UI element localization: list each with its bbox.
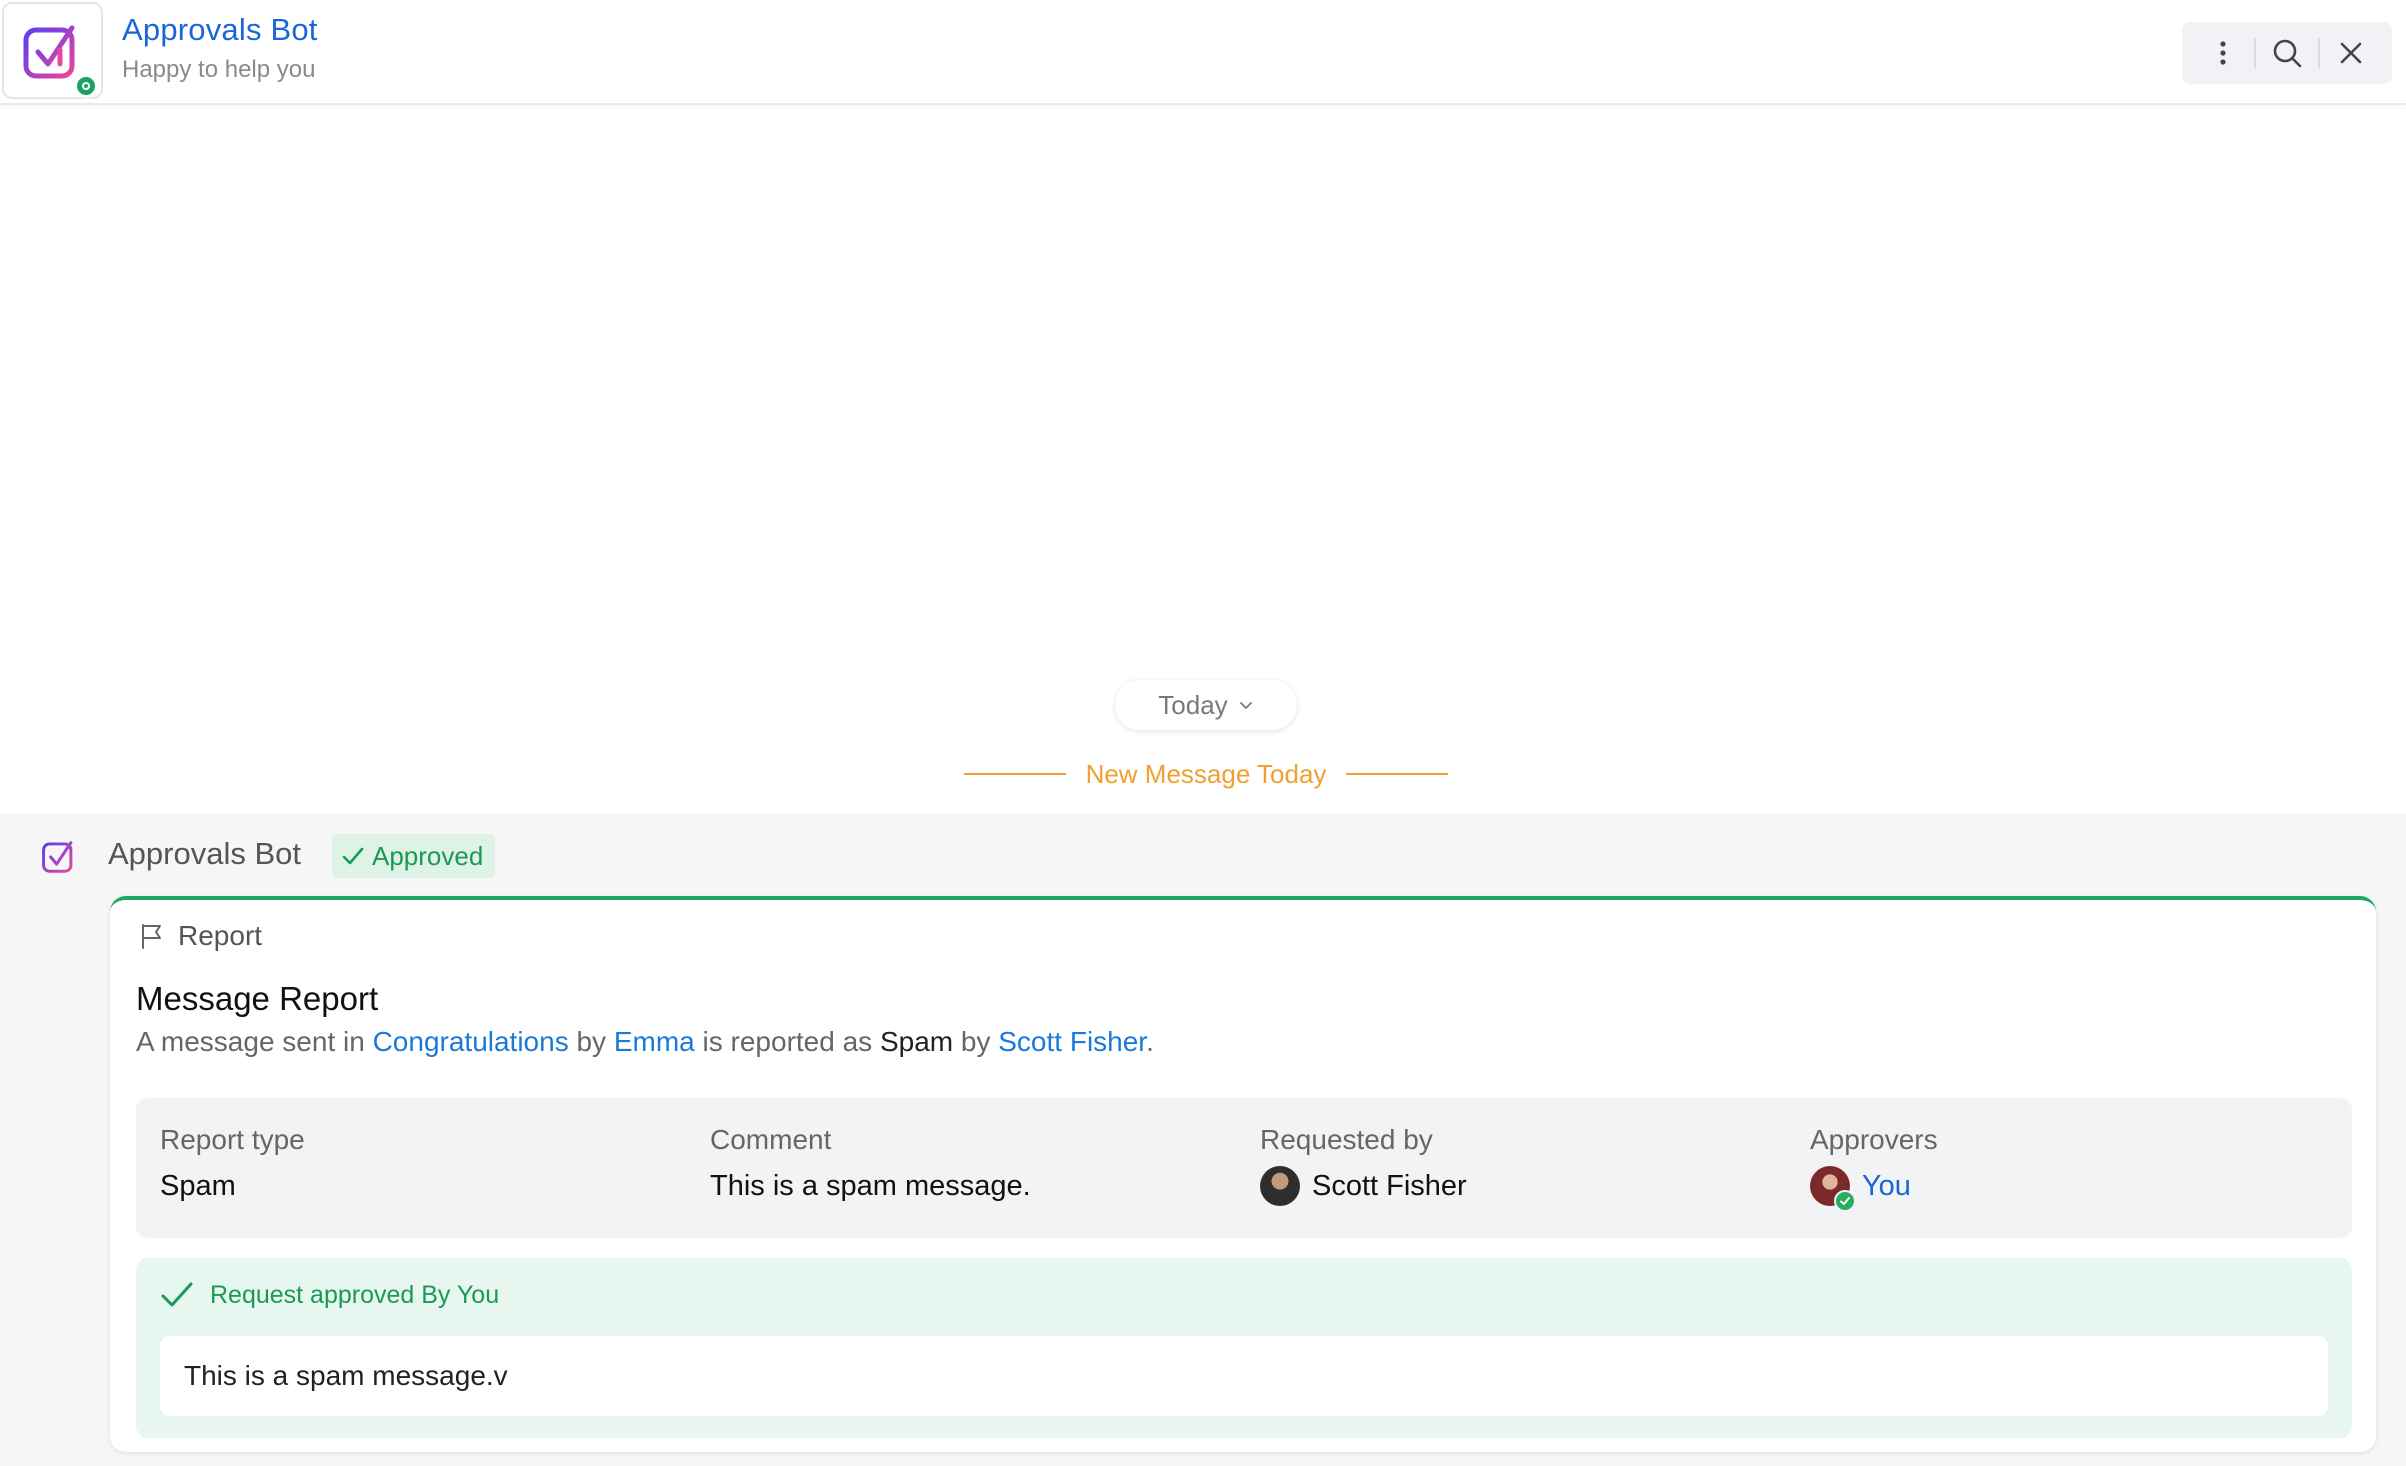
status-badge: Approved	[332, 834, 496, 878]
detail-label: Approvers	[1810, 1124, 1938, 1155]
avatar[interactable]	[1810, 1166, 1856, 1212]
detail-value: Spam	[160, 1170, 305, 1203]
more-vertical-icon	[2220, 41, 2226, 65]
status-badge-label: Approved	[372, 840, 484, 871]
detail-comment: Comment This is a spam message.	[710, 1124, 1031, 1203]
requester-name[interactable]: Scott Fisher	[1312, 1170, 1467, 1203]
search-button[interactable]	[2264, 30, 2310, 76]
author-link[interactable]: Emma	[614, 1026, 695, 1057]
close-button[interactable]	[2328, 30, 2374, 76]
reporter-link[interactable]: Scott Fisher	[998, 1026, 1146, 1057]
detail-label: Report type	[160, 1124, 305, 1155]
flag-icon	[142, 924, 161, 949]
date-label: Today	[1158, 689, 1228, 720]
report-card: Report Message Report A message sent in …	[110, 896, 2376, 1452]
detail-approvers: Approvers You	[1810, 1124, 1938, 1212]
approver-name[interactable]: You	[1862, 1170, 1911, 1203]
approval-check-icon	[23, 25, 75, 79]
comment-value: This is a spam message.	[710, 1170, 1031, 1202]
approval-status-box: Request approved By You This is a spam m…	[136, 1258, 2352, 1438]
message-row: Approvals Bot Approved Report Message Re…	[0, 814, 2406, 1466]
card-title: Message Report	[136, 980, 379, 1017]
detail-label: Requested by	[1260, 1124, 1433, 1155]
approval-status-text: Request approved By You	[210, 1280, 500, 1309]
approval-comment: This is a spam message.v	[160, 1336, 2328, 1416]
bot-title[interactable]: Approvals Bot	[122, 12, 318, 48]
detail-requested-by: Requested by Scott Fisher	[1260, 1124, 1467, 1206]
card-type: Report	[138, 920, 262, 952]
desc-text: .	[1146, 1026, 1154, 1057]
bot-logo[interactable]	[2, 2, 103, 99]
report-details: Report type Spam Comment This is a spam …	[136, 1098, 2352, 1238]
desc-text: A message sent in	[136, 1026, 373, 1057]
divider-line	[1346, 773, 1449, 775]
detail-report-type: Report type Spam	[160, 1124, 305, 1203]
divider-line	[963, 773, 1066, 775]
check-icon	[342, 847, 364, 865]
card-type-label: Report	[178, 920, 263, 951]
card-description: A message sent in Congratulations by Emm…	[136, 1026, 1154, 1058]
date-filter-pill[interactable]: Today	[1115, 680, 1297, 730]
action-separator	[2318, 38, 2320, 68]
bot-subtitle: Happy to help you	[122, 56, 316, 83]
new-message-divider: New Message Today	[962, 756, 1450, 792]
detail-value: This is a spam message.	[710, 1170, 1031, 1203]
search-icon	[2273, 39, 2302, 68]
check-icon	[161, 1282, 193, 1307]
detail-value: You	[1810, 1166, 1938, 1212]
report-kind: Spam	[879, 1026, 954, 1057]
report-type-value: Spam	[160, 1170, 236, 1202]
desc-text: is reported as	[694, 1026, 880, 1057]
close-icon	[2340, 42, 2362, 64]
chat-header: Approvals Bot Happy to help you	[0, 0, 2406, 105]
new-message-label: New Message Today	[1085, 758, 1327, 789]
chevron-down-icon	[1239, 702, 1252, 709]
approval-check-icon	[42, 841, 73, 873]
action-separator	[2254, 38, 2256, 68]
approval-status: Request approved By You	[160, 1280, 499, 1310]
desc-text: by	[568, 1026, 614, 1057]
sender-avatar[interactable]	[40, 838, 78, 881]
channel-link[interactable]: Congratulations	[373, 1026, 569, 1057]
online-status-icon	[74, 74, 98, 98]
approved-check-icon	[1834, 1190, 1856, 1212]
detail-label: Comment	[710, 1124, 832, 1155]
header-actions	[2182, 22, 2392, 84]
more-options-button[interactable]	[2200, 30, 2246, 76]
sender-name[interactable]: Approvals Bot	[108, 836, 301, 872]
detail-value: Scott Fisher	[1260, 1166, 1467, 1206]
desc-text: by	[953, 1026, 999, 1057]
avatar[interactable]	[1260, 1166, 1300, 1206]
